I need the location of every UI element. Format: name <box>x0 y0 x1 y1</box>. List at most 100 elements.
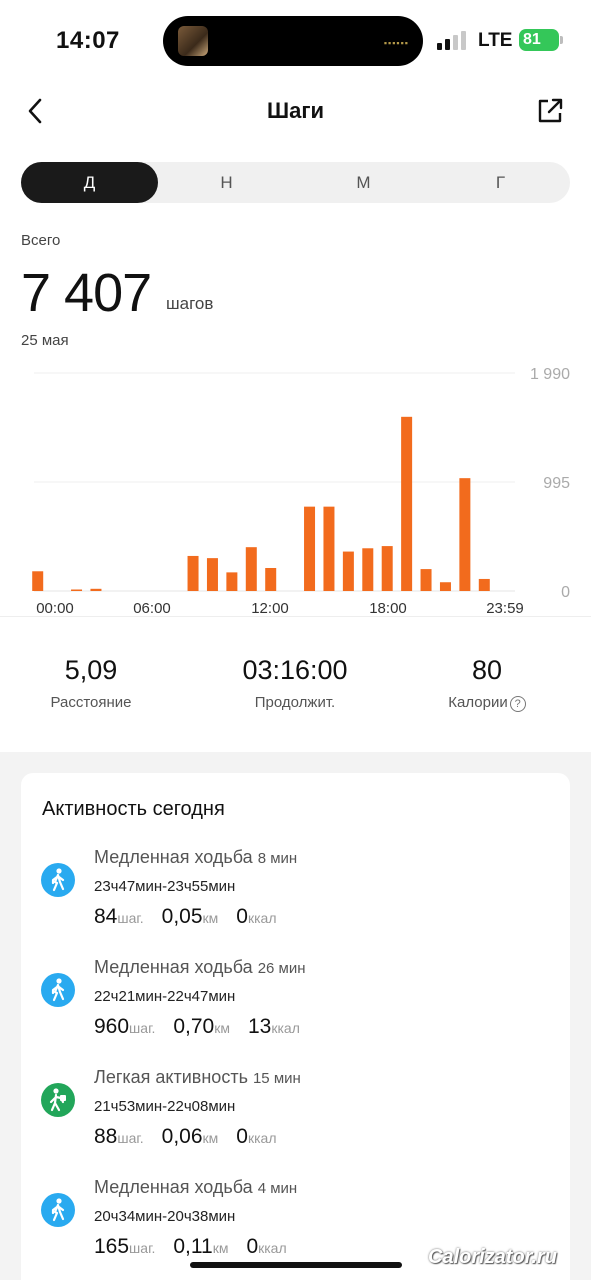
activity-distance: 0,05 <box>161 905 203 928</box>
battery-level: 81 <box>523 31 541 48</box>
page-title: Шаги <box>266 98 325 123</box>
steps-unit: шаг. <box>117 1130 144 1146</box>
x-tick-label: 06:00 <box>133 600 171 617</box>
light-activity-icon <box>41 1083 75 1117</box>
share-icon[interactable] <box>535 96 565 126</box>
activity-calories: 13 <box>247 1015 272 1038</box>
date-label: 25 мая <box>21 332 69 349</box>
chart-bar[interactable] <box>226 572 238 591</box>
steps-unit: шаг. <box>117 910 144 926</box>
status-time: 14:07 <box>56 27 120 54</box>
activity-distance: 0,11 <box>173 1235 213 1258</box>
distance-unit: км <box>214 1020 230 1036</box>
total-label: Всего <box>21 232 61 249</box>
chart-bar[interactable] <box>459 478 471 591</box>
calories-unit: ккал <box>247 910 277 926</box>
chart-bar[interactable] <box>342 551 354 591</box>
activity-steps: 165 <box>94 1235 130 1258</box>
y-tick-label: 1 990 <box>530 366 570 383</box>
chart-bar[interactable] <box>187 555 199 591</box>
chart-bar[interactable] <box>439 582 451 591</box>
chart-bar[interactable] <box>265 567 277 591</box>
activity-name-row: Медленная ходьба 8 мин <box>94 847 297 868</box>
home-indicator[interactable] <box>190 1262 402 1268</box>
activity-metrics: 960шаг. 0,70км 13ккал <box>94 1015 300 1039</box>
calories-value: 80 <box>471 655 503 685</box>
divider <box>0 616 591 617</box>
chart-bar[interactable] <box>401 416 413 591</box>
walking-icon <box>41 863 75 897</box>
activity-metrics: 165шаг. 0,11км 0ккал <box>94 1235 287 1259</box>
y-tick-label: 995 <box>543 475 570 492</box>
x-tick-label: 12:00 <box>251 600 289 617</box>
activity-steps: 84 <box>94 905 118 928</box>
duration-value: 03:16:00 <box>242 655 348 685</box>
activity-title: Активность сегодня <box>42 798 225 820</box>
now-playing-thumbnail <box>178 26 208 56</box>
period-selector: Д Н М Г <box>21 162 570 203</box>
signal-icon <box>437 30 467 50</box>
distance-unit: км <box>202 1130 219 1146</box>
dynamic-island[interactable]: ▪▪▪▪▪▪ <box>163 16 423 66</box>
activity-name-row: Легкая активность 15 мин <box>94 1067 301 1088</box>
distance-value: 5,09 <box>64 655 118 685</box>
battery-icon: 81 <box>519 29 559 51</box>
chart-bar[interactable] <box>245 547 257 591</box>
calories-unit: ккал <box>258 1240 287 1256</box>
status-bar: 14:07 ▪▪▪▪▪▪ LTE 81 <box>0 0 591 80</box>
chart-bar[interactable] <box>304 506 316 591</box>
network-type: LTE <box>478 30 513 51</box>
activity-distance: 0,06 <box>161 1125 203 1148</box>
chart-bar[interactable] <box>206 558 218 591</box>
tab-month[interactable]: М <box>295 162 432 203</box>
x-tick-label: 18:00 <box>369 600 407 617</box>
total-steps-value: 7 407 <box>21 263 152 323</box>
activity-time-range: 20ч34мин-20ч38мин <box>94 1208 236 1225</box>
distance-label: Расстояние <box>50 694 132 711</box>
steps-chart[interactable]: 1 990 995 0 00:00 06:00 12:00 18:00 23:59 <box>0 355 591 625</box>
steps-unit: шаг. <box>129 1020 156 1036</box>
distance-unit: км <box>202 910 219 926</box>
stat-calories: 80 Калории? <box>387 655 587 712</box>
activity-metrics: 84шаг. 0,05км 0ккал <box>94 905 277 929</box>
chart-bar[interactable] <box>90 588 102 591</box>
activity-item[interactable]: Медленная ходьба 8 мин 23ч47мин-23ч55мин 8… <box>21 847 570 947</box>
chart-bar[interactable] <box>32 571 44 591</box>
x-tick-label: 00:00 <box>36 600 74 617</box>
watermark: Calorizator.ru <box>428 1246 557 1268</box>
walking-icon <box>41 973 75 1007</box>
audio-wave-icon: ▪▪▪▪▪▪ <box>383 38 409 48</box>
activity-item[interactable]: Медленная ходьба 26 мин 22ч21мин-22ч47мин… <box>21 957 570 1057</box>
calories-unit: ккал <box>247 1130 277 1146</box>
activity-name-row: Медленная ходьба 26 мин <box>94 957 306 978</box>
calories-label: Калории <box>448 694 508 711</box>
activity-card: Активность сегодня Медленная ходьба 8 ми… <box>21 773 570 1280</box>
activity-calories: 0 <box>246 1235 259 1258</box>
activity-time-range: 21ч53мин-22ч08мин <box>94 1098 236 1115</box>
chart-bar[interactable] <box>71 589 83 592</box>
tab-year[interactable]: Г <box>432 162 569 203</box>
activity-name: Медленная ходьба <box>94 847 253 867</box>
chart-bar[interactable] <box>420 569 432 591</box>
activity-duration: 8 мин <box>257 850 298 867</box>
distance-unit: км <box>212 1240 229 1256</box>
activity-time-range: 23ч47мин-23ч55мин <box>94 878 236 895</box>
activity-name: Легкая активность <box>94 1067 248 1087</box>
activity-name-row: Медленная ходьба 4 мин <box>94 1177 297 1198</box>
chart-bar[interactable] <box>323 506 335 591</box>
activity-steps: 88 <box>94 1125 118 1148</box>
activity-time-range: 22ч21мин-22ч47мин <box>94 988 236 1005</box>
chart-bar[interactable] <box>381 546 393 591</box>
chart-bar[interactable] <box>478 578 490 591</box>
total-steps-unit: шагов <box>166 294 214 313</box>
tab-week[interactable]: Н <box>158 162 295 203</box>
battery-cap <box>560 36 563 44</box>
help-icon[interactable]: ? <box>509 696 526 712</box>
tab-day[interactable]: Д <box>21 162 158 203</box>
chart-bar[interactable] <box>362 548 374 591</box>
activity-distance: 0,70 <box>173 1015 215 1038</box>
activity-name: Медленная ходьба <box>94 1177 253 1197</box>
activity-steps: 960 <box>94 1015 130 1038</box>
activity-item[interactable]: Легкая активность 15 мин 21ч53мин-22ч08ми… <box>21 1067 570 1167</box>
stat-duration: 03:16:00 Продолжит. <box>195 655 395 711</box>
